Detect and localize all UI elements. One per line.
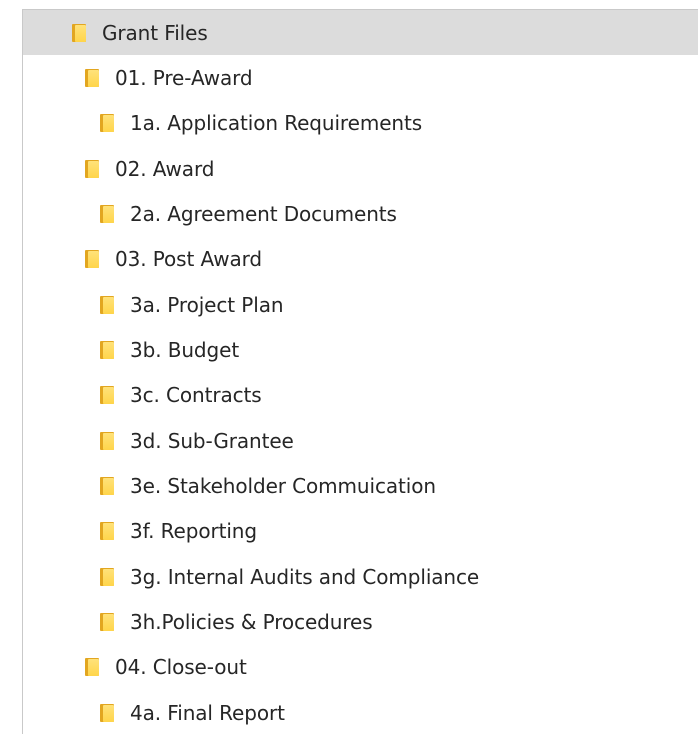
folder-icon — [100, 476, 114, 495]
folder-icon — [100, 431, 114, 450]
tree-item-budget[interactable]: 3b. Budget — [23, 327, 698, 372]
folder-icon — [100, 612, 114, 631]
folder-icon — [85, 68, 99, 87]
tree-item-grant-files[interactable]: Grant Files — [23, 10, 698, 55]
tree-item-label: 3e. Stakeholder Commuication — [130, 473, 436, 498]
tree-item-label: 3f. Reporting — [130, 518, 257, 543]
folder-icon — [100, 567, 114, 586]
tree-item-label: 3b. Budget — [130, 337, 240, 362]
tree-item-project-plan[interactable]: 3a. Project Plan — [23, 282, 698, 327]
tree-item-label: 02. Award — [115, 156, 215, 181]
tree-item-label: 3g. Internal Audits and Compliance — [130, 564, 480, 589]
tree-item-reporting[interactable]: 3f. Reporting — [23, 508, 698, 553]
folder-icon — [100, 703, 114, 722]
tree-item-label: Grant Files — [102, 20, 208, 45]
tree-item-label: 2a. Agreement Documents — [130, 201, 397, 226]
folder-icon — [72, 23, 86, 42]
folder-icon — [100, 340, 114, 359]
tree-item-close-out[interactable]: 04. Close-out — [23, 644, 698, 689]
tree-item-label: 01. Pre-Award — [115, 65, 253, 90]
folder-icon — [100, 295, 114, 314]
folder-icon — [85, 657, 99, 676]
tree-item-label: 3c. Contracts — [130, 382, 262, 407]
tree-item-stakeholder-communication[interactable]: 3e. Stakeholder Commuication — [23, 463, 698, 508]
folder-icon — [85, 249, 99, 268]
folder-icon — [100, 385, 114, 404]
folder-icon — [100, 521, 114, 540]
tree-item-agreement-documents[interactable]: 2a. Agreement Documents — [23, 191, 698, 236]
tree-item-internal-audits[interactable]: 3g. Internal Audits and Compliance — [23, 554, 698, 599]
folder-tree: Grant Files 01. Pre-Award 1a. Applicatio… — [22, 9, 698, 734]
tree-item-label: 03. Post Award — [115, 246, 263, 271]
folder-icon — [85, 159, 99, 178]
tree-item-award[interactable]: 02. Award — [23, 146, 698, 191]
tree-item-label: 3d. Sub-Grantee — [130, 428, 294, 453]
tree-item-final-report[interactable]: 4a. Final Report — [23, 690, 698, 735]
tree-item-contracts[interactable]: 3c. Contracts — [23, 372, 698, 417]
tree-item-label: 04. Close-out — [115, 654, 247, 679]
folder-icon — [100, 113, 114, 132]
tree-item-sub-grantee[interactable]: 3d. Sub-Grantee — [23, 418, 698, 463]
tree-item-label: 1a. Application Requirements — [130, 110, 423, 135]
tree-item-label: 3a. Project Plan — [130, 292, 284, 317]
tree-item-post-award[interactable]: 03. Post Award — [23, 236, 698, 281]
tree-item-pre-award[interactable]: 01. Pre-Award — [23, 55, 698, 100]
tree-item-label: 4a. Final Report — [130, 700, 285, 725]
tree-item-application-requirements[interactable]: 1a. Application Requirements — [23, 100, 698, 145]
tree-item-label: 3h.Policies & Procedures — [130, 609, 373, 634]
folder-icon — [100, 204, 114, 223]
tree-item-policies-procedures[interactable]: 3h.Policies & Procedures — [23, 599, 698, 644]
